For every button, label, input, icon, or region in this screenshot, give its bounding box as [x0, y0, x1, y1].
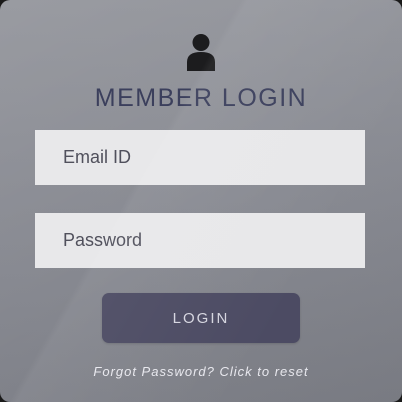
password-field[interactable] [35, 213, 365, 268]
page-title: MEMBER LOGIN [94, 84, 308, 112]
forgot-password-link[interactable]: Forgot Password? Click to reset [0, 364, 402, 379]
user-icon [187, 34, 215, 71]
login-button[interactable]: LOGIN [102, 293, 300, 343]
email-field[interactable] [35, 130, 365, 185]
login-card: MEMBER LOGIN LOGIN Forgot Password? Clic… [0, 0, 402, 402]
